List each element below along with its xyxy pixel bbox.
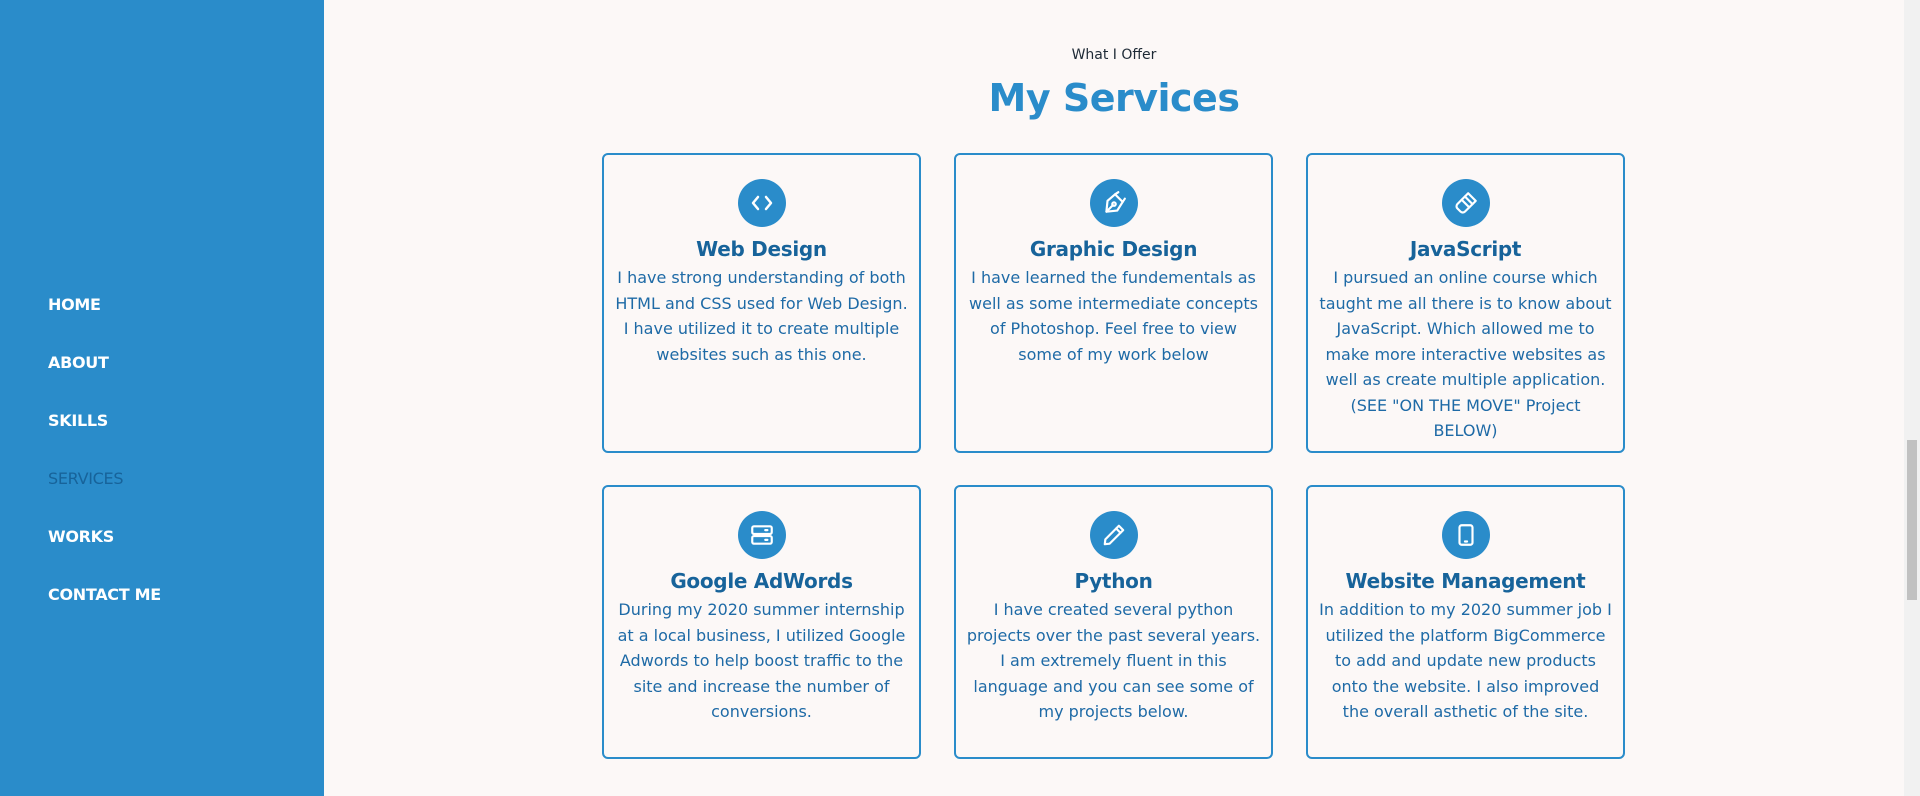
sidebar-nav: HOME ABOUT SKILLS SERVICES WORKS CONTACT…	[48, 282, 161, 630]
nav-item-contact-me[interactable]: CONTACT ME	[48, 572, 161, 630]
service-card-web-design: Web Design I have strong understanding o…	[602, 153, 921, 453]
nav-item-skills[interactable]: SKILLS	[48, 398, 161, 456]
service-card-graphic-design: Graphic Design I have learned the fundem…	[954, 153, 1273, 453]
service-description: I pursued an online course which taught …	[1319, 268, 1612, 440]
sidebar: HOME ABOUT SKILLS SERVICES WORKS CONTACT…	[0, 0, 324, 796]
code-icon	[737, 179, 786, 227]
section-eyebrow: What I Offer	[1071, 47, 1157, 63]
service-card-javascript: JavaScript I pursued an online course wh…	[1306, 153, 1625, 453]
nav-item-services[interactable]: SERVICES	[48, 456, 161, 514]
scrollbar-thumb[interactable]	[1907, 440, 1917, 600]
service-title: Google AdWords	[670, 569, 853, 593]
service-title: Graphic Design	[1029, 237, 1198, 261]
nav-item-about[interactable]: ABOUT	[48, 340, 161, 398]
service-description: I have learned the fundementals as well …	[969, 268, 1258, 364]
service-description: During my 2020 summer internship at a lo…	[617, 600, 906, 721]
service-description: I have created several python projects o…	[966, 600, 1261, 721]
service-card-python: Python I have created several python pro…	[954, 485, 1273, 759]
page-scrollbar[interactable]	[1904, 0, 1920, 796]
services-section: What I Offer My Services Web Design I ha…	[324, 0, 1904, 796]
service-title: Website Management	[1345, 569, 1586, 593]
nav-item-home[interactable]: HOME	[48, 282, 161, 340]
service-card-google-adwords: Google AdWords During my 2020 summer int…	[602, 485, 921, 759]
paint-brush-icon	[1441, 179, 1490, 227]
service-description: In addition to my 2020 summer job I util…	[1319, 600, 1612, 721]
service-description: I have strong understanding of both HTML…	[615, 268, 908, 364]
pen-nib-icon	[1089, 179, 1138, 227]
server-icon	[737, 511, 786, 559]
service-title: JavaScript	[1409, 237, 1522, 261]
nav-item-works[interactable]: WORKS	[48, 514, 161, 572]
service-title: Web Design	[696, 237, 827, 261]
section-title: My Services	[988, 76, 1240, 120]
service-card-website-management: Website Management In addition to my 202…	[1306, 485, 1625, 759]
pencil-icon	[1089, 511, 1138, 559]
tablet-icon	[1441, 511, 1490, 559]
service-title: Python	[1074, 569, 1153, 593]
